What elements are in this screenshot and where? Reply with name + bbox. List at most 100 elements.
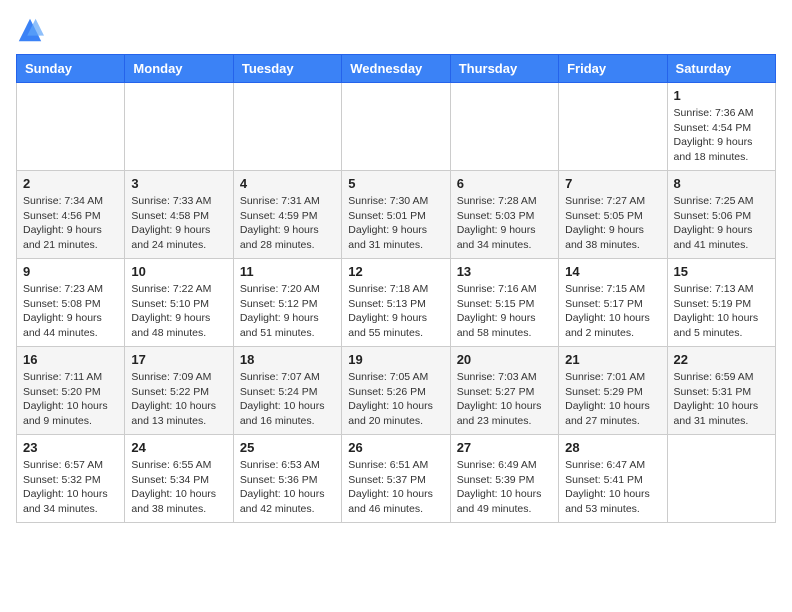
calendar-header: SundayMondayTuesdayWednesdayThursdayFrid… [17,55,776,83]
calendar-cell [342,83,450,171]
day-number: 12 [348,264,443,279]
calendar-cell: 12 Sunrise: 7:18 AM Sunset: 5:13 PM Dayli… [342,259,450,347]
day-info: Sunrise: 7:09 AM Sunset: 5:22 PM Dayligh… [131,370,226,429]
logo-icon [16,16,44,44]
day-info: Sunrise: 6:51 AM Sunset: 5:37 PM Dayligh… [348,458,443,517]
day-info: Sunrise: 6:53 AM Sunset: 5:36 PM Dayligh… [240,458,335,517]
calendar-cell: 7 Sunrise: 7:27 AM Sunset: 5:05 PM Daylig… [559,171,667,259]
day-header-friday: Friday [559,55,667,83]
day-number: 6 [457,176,552,191]
day-info: Sunrise: 7:20 AM Sunset: 5:12 PM Dayligh… [240,282,335,341]
calendar-cell [667,435,775,523]
day-number: 19 [348,352,443,367]
day-header-wednesday: Wednesday [342,55,450,83]
day-number: 14 [565,264,660,279]
day-number: 7 [565,176,660,191]
day-info: Sunrise: 7:11 AM Sunset: 5:20 PM Dayligh… [23,370,118,429]
calendar-cell: 8 Sunrise: 7:25 AM Sunset: 5:06 PM Daylig… [667,171,775,259]
day-number: 4 [240,176,335,191]
calendar-cell: 3 Sunrise: 7:33 AM Sunset: 4:58 PM Daylig… [125,171,233,259]
day-info: Sunrise: 6:49 AM Sunset: 5:39 PM Dayligh… [457,458,552,517]
calendar-cell: 2 Sunrise: 7:34 AM Sunset: 4:56 PM Daylig… [17,171,125,259]
day-info: Sunrise: 7:18 AM Sunset: 5:13 PM Dayligh… [348,282,443,341]
day-info: Sunrise: 7:31 AM Sunset: 4:59 PM Dayligh… [240,194,335,253]
day-number: 5 [348,176,443,191]
day-number: 24 [131,440,226,455]
calendar-cell: 16 Sunrise: 7:11 AM Sunset: 5:20 PM Dayli… [17,347,125,435]
day-info: Sunrise: 7:30 AM Sunset: 5:01 PM Dayligh… [348,194,443,253]
day-number: 9 [23,264,118,279]
calendar-cell: 22 Sunrise: 6:59 AM Sunset: 5:31 PM Dayli… [667,347,775,435]
day-number: 8 [674,176,769,191]
day-number: 3 [131,176,226,191]
week-row-5: 23 Sunrise: 6:57 AM Sunset: 5:32 PM Dayli… [17,435,776,523]
calendar-cell: 27Sunrise: 6:49 AM Sunset: 5:39 PM Dayli… [450,435,558,523]
day-info: Sunrise: 7:33 AM Sunset: 4:58 PM Dayligh… [131,194,226,253]
calendar-cell: 17Sunrise: 7:09 AM Sunset: 5:22 PM Dayli… [125,347,233,435]
day-number: 28 [565,440,660,455]
day-header-sunday: Sunday [17,55,125,83]
day-number: 10 [131,264,226,279]
calendar-cell: 18Sunrise: 7:07 AM Sunset: 5:24 PM Dayli… [233,347,341,435]
day-number: 20 [457,352,552,367]
calendar-cell [125,83,233,171]
calendar-cell: 10 Sunrise: 7:22 AM Sunset: 5:10 PM Dayli… [125,259,233,347]
day-info: Sunrise: 7:01 AM Sunset: 5:29 PM Dayligh… [565,370,660,429]
week-row-4: 16 Sunrise: 7:11 AM Sunset: 5:20 PM Dayli… [17,347,776,435]
calendar-cell: 26 Sunrise: 6:51 AM Sunset: 5:37 PM Dayli… [342,435,450,523]
day-number: 13 [457,264,552,279]
day-info: Sunrise: 7:34 AM Sunset: 4:56 PM Dayligh… [23,194,118,253]
day-header-monday: Monday [125,55,233,83]
day-number: 22 [674,352,769,367]
day-info: Sunrise: 7:16 AM Sunset: 5:15 PM Dayligh… [457,282,552,341]
calendar-cell: 9 Sunrise: 7:23 AM Sunset: 5:08 PM Daylig… [17,259,125,347]
day-info: Sunrise: 7:25 AM Sunset: 5:06 PM Dayligh… [674,194,769,253]
day-info: Sunrise: 7:36 AM Sunset: 4:54 PM Dayligh… [674,106,769,165]
day-number: 18 [240,352,335,367]
calendar-cell: 21 Sunrise: 7:01 AM Sunset: 5:29 PM Dayli… [559,347,667,435]
day-info: Sunrise: 7:27 AM Sunset: 5:05 PM Dayligh… [565,194,660,253]
day-header-tuesday: Tuesday [233,55,341,83]
day-number: 23 [23,440,118,455]
day-info: Sunrise: 7:22 AM Sunset: 5:10 PM Dayligh… [131,282,226,341]
calendar-cell: 19 Sunrise: 7:05 AM Sunset: 5:26 PM Dayli… [342,347,450,435]
day-number: 2 [23,176,118,191]
week-row-1: 1 Sunrise: 7:36 AM Sunset: 4:54 PM Daylig… [17,83,776,171]
calendar-cell: 4 Sunrise: 7:31 AM Sunset: 4:59 PM Daylig… [233,171,341,259]
day-info: Sunrise: 6:47 AM Sunset: 5:41 PM Dayligh… [565,458,660,517]
calendar-table: SundayMondayTuesdayWednesdayThursdayFrid… [16,54,776,523]
day-info: Sunrise: 6:55 AM Sunset: 5:34 PM Dayligh… [131,458,226,517]
week-row-2: 2 Sunrise: 7:34 AM Sunset: 4:56 PM Daylig… [17,171,776,259]
day-info: Sunrise: 6:59 AM Sunset: 5:31 PM Dayligh… [674,370,769,429]
calendar-cell [17,83,125,171]
day-info: Sunrise: 7:28 AM Sunset: 5:03 PM Dayligh… [457,194,552,253]
day-number: 25 [240,440,335,455]
calendar-cell [233,83,341,171]
day-number: 1 [674,88,769,103]
calendar-cell: 25 Sunrise: 6:53 AM Sunset: 5:36 PM Dayli… [233,435,341,523]
calendar-cell: 1 Sunrise: 7:36 AM Sunset: 4:54 PM Daylig… [667,83,775,171]
day-header-thursday: Thursday [450,55,558,83]
calendar-cell: 13 Sunrise: 7:16 AM Sunset: 5:15 PM Dayli… [450,259,558,347]
day-info: Sunrise: 7:03 AM Sunset: 5:27 PM Dayligh… [457,370,552,429]
calendar-cell: 24 Sunrise: 6:55 AM Sunset: 5:34 PM Dayli… [125,435,233,523]
calendar-cell: 11 Sunrise: 7:20 AM Sunset: 5:12 PM Dayli… [233,259,341,347]
calendar-cell: 6 Sunrise: 7:28 AM Sunset: 5:03 PM Daylig… [450,171,558,259]
calendar-cell [450,83,558,171]
day-info: Sunrise: 7:13 AM Sunset: 5:19 PM Dayligh… [674,282,769,341]
calendar-cell [559,83,667,171]
day-headers-row: SundayMondayTuesdayWednesdayThursdayFrid… [17,55,776,83]
logo [16,16,48,44]
page-header [16,16,776,44]
day-info: Sunrise: 7:23 AM Sunset: 5:08 PM Dayligh… [23,282,118,341]
day-number: 11 [240,264,335,279]
day-info: Sunrise: 7:05 AM Sunset: 5:26 PM Dayligh… [348,370,443,429]
calendar-cell: 15Sunrise: 7:13 AM Sunset: 5:19 PM Dayli… [667,259,775,347]
day-number: 16 [23,352,118,367]
day-number: 26 [348,440,443,455]
calendar-cell: 5 Sunrise: 7:30 AM Sunset: 5:01 PM Daylig… [342,171,450,259]
day-number: 21 [565,352,660,367]
calendar-cell: 23 Sunrise: 6:57 AM Sunset: 5:32 PM Dayli… [17,435,125,523]
day-info: Sunrise: 6:57 AM Sunset: 5:32 PM Dayligh… [23,458,118,517]
day-header-saturday: Saturday [667,55,775,83]
